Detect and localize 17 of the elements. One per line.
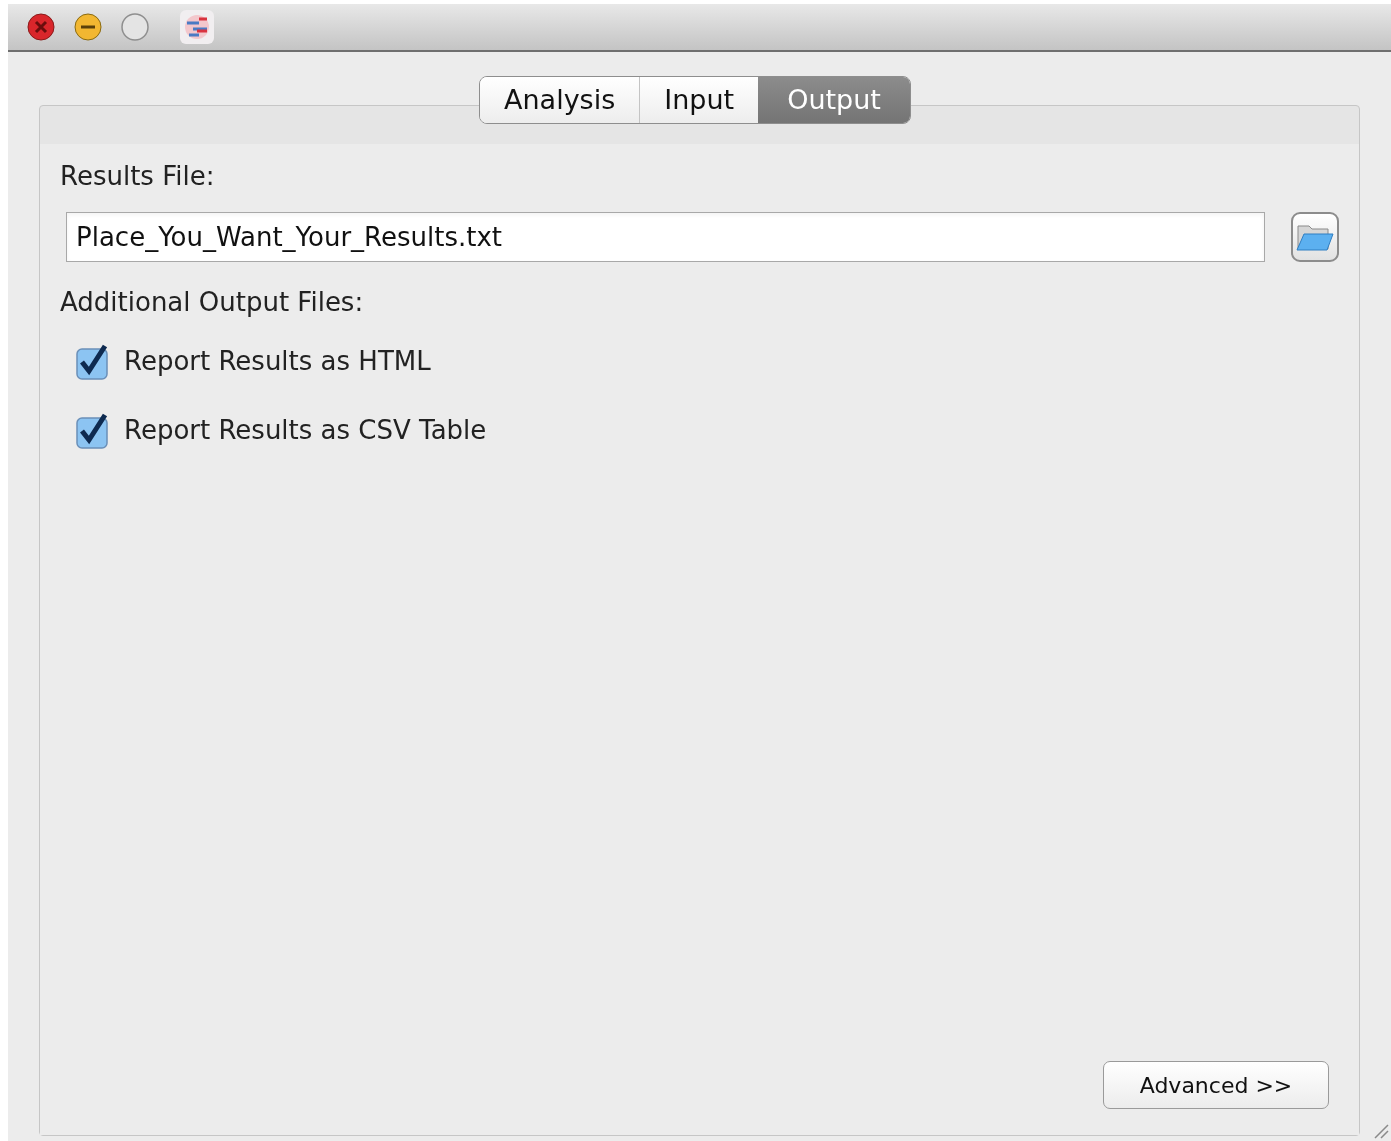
results-file-label: Results File:: [60, 160, 216, 193]
checkbox[interactable]: [76, 412, 110, 449]
app-icon: [179, 9, 215, 45]
zoom-icon[interactable]: [120, 12, 150, 42]
checkbox-label: Report Results as CSV Table: [124, 414, 487, 447]
tab[interactable]: Analysis: [480, 77, 640, 123]
checkbox-label: Report Results as HTML: [124, 345, 431, 378]
folder-icon: [1296, 222, 1335, 252]
results-file-field[interactable]: Place_You_Want_Your_Results.txt: [66, 212, 1266, 262]
advanced-button[interactable]: Advanced >>: [1103, 1061, 1329, 1109]
minimize-icon[interactable]: [73, 12, 103, 42]
tab[interactable]: Output: [758, 77, 910, 123]
checkbox[interactable]: [76, 343, 110, 380]
tab[interactable]: Input: [639, 77, 759, 123]
browse-button[interactable]: [1291, 212, 1339, 262]
additional-output-label: Additional Output Files:: [60, 286, 365, 319]
close-icon[interactable]: [26, 12, 56, 42]
